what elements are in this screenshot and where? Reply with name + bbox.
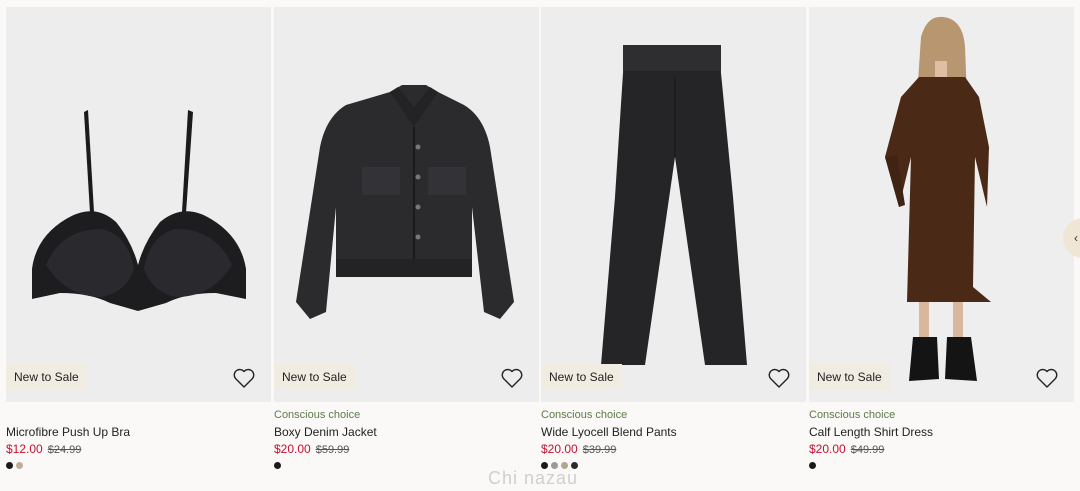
chevron-icon: ‹ (1074, 231, 1078, 245)
product-price: $20.00 $39.99 (541, 441, 806, 458)
product-price: $20.00 $49.99 (809, 441, 1074, 458)
product-price: $12.00 $24.99 (6, 441, 271, 458)
sale-price: $20.00 (809, 442, 846, 456)
watermark: Chi nazau (488, 468, 579, 488)
product-name[interactable]: Wide Lyocell Blend Pants (541, 424, 806, 440)
conscious-choice-tag: Conscious choice (541, 409, 628, 421)
product-card[interactable]: New to Sale Microfibre Push Up Bra $12.0… (6, 7, 271, 485)
original-price: $59.99 (315, 444, 350, 456)
product-info: Microfibre Push Up Bra $12.00 $24.99 (6, 408, 271, 472)
new-to-sale-badge: New to Sale (6, 364, 87, 390)
color-swatch[interactable] (16, 462, 23, 469)
product-card[interactable]: New to Sale Conscious choice Wide Lyocel… (541, 7, 806, 485)
product-name[interactable]: Microfibre Push Up Bra (6, 424, 271, 440)
product-card[interactable]: New to Sale Conscious choice Boxy Denim … (274, 7, 539, 485)
original-price: $49.99 (850, 444, 885, 456)
sale-price: $20.00 (541, 442, 578, 456)
color-swatch[interactable] (809, 462, 816, 469)
new-to-sale-badge: New to Sale (809, 364, 890, 390)
color-swatch[interactable] (274, 462, 281, 469)
heart-icon[interactable] (500, 366, 524, 390)
color-swatch[interactable] (6, 462, 13, 469)
product-price: $20.00 $59.99 (274, 441, 539, 458)
heart-icon[interactable] (232, 366, 256, 390)
sale-price: $20.00 (274, 442, 311, 456)
product-image[interactable]: New to Sale (809, 7, 1074, 402)
sale-price: $12.00 (6, 442, 43, 456)
product-info: Conscious choice Calf Length Shirt Dress… (809, 408, 1074, 472)
product-image[interactable]: New to Sale (6, 7, 271, 402)
denim-jacket-image (296, 85, 514, 319)
product-image[interactable]: New to Sale (274, 7, 539, 402)
bra-image (32, 110, 246, 311)
color-swatches (541, 462, 806, 472)
original-price: $39.99 (582, 444, 617, 456)
new-to-sale-badge: New to Sale (541, 364, 622, 390)
color-swatches (809, 462, 1074, 472)
original-price: $24.99 (47, 444, 82, 456)
shirt-dress-image (885, 16, 991, 381)
heart-icon[interactable] (767, 366, 791, 390)
new-to-sale-badge: New to Sale (274, 364, 355, 390)
conscious-choice-tag: Conscious choice (274, 409, 361, 421)
product-name[interactable]: Boxy Denim Jacket (274, 424, 539, 440)
wide-pants-image (601, 45, 747, 365)
heart-icon[interactable] (1035, 366, 1059, 390)
product-card[interactable]: New to Sale Conscious choice Calf Length… (809, 7, 1074, 485)
product-image[interactable]: New to Sale (541, 7, 806, 402)
product-info: Conscious choice Wide Lyocell Blend Pant… (541, 408, 806, 472)
product-name[interactable]: Calf Length Shirt Dress (809, 424, 1074, 440)
product-grid: New to Sale Microfibre Push Up Bra $12.0… (6, 7, 1074, 485)
conscious-choice-tag: Conscious choice (809, 409, 896, 421)
color-swatches (6, 462, 271, 472)
product-info: Conscious choice Boxy Denim Jacket $20.0… (274, 408, 539, 472)
